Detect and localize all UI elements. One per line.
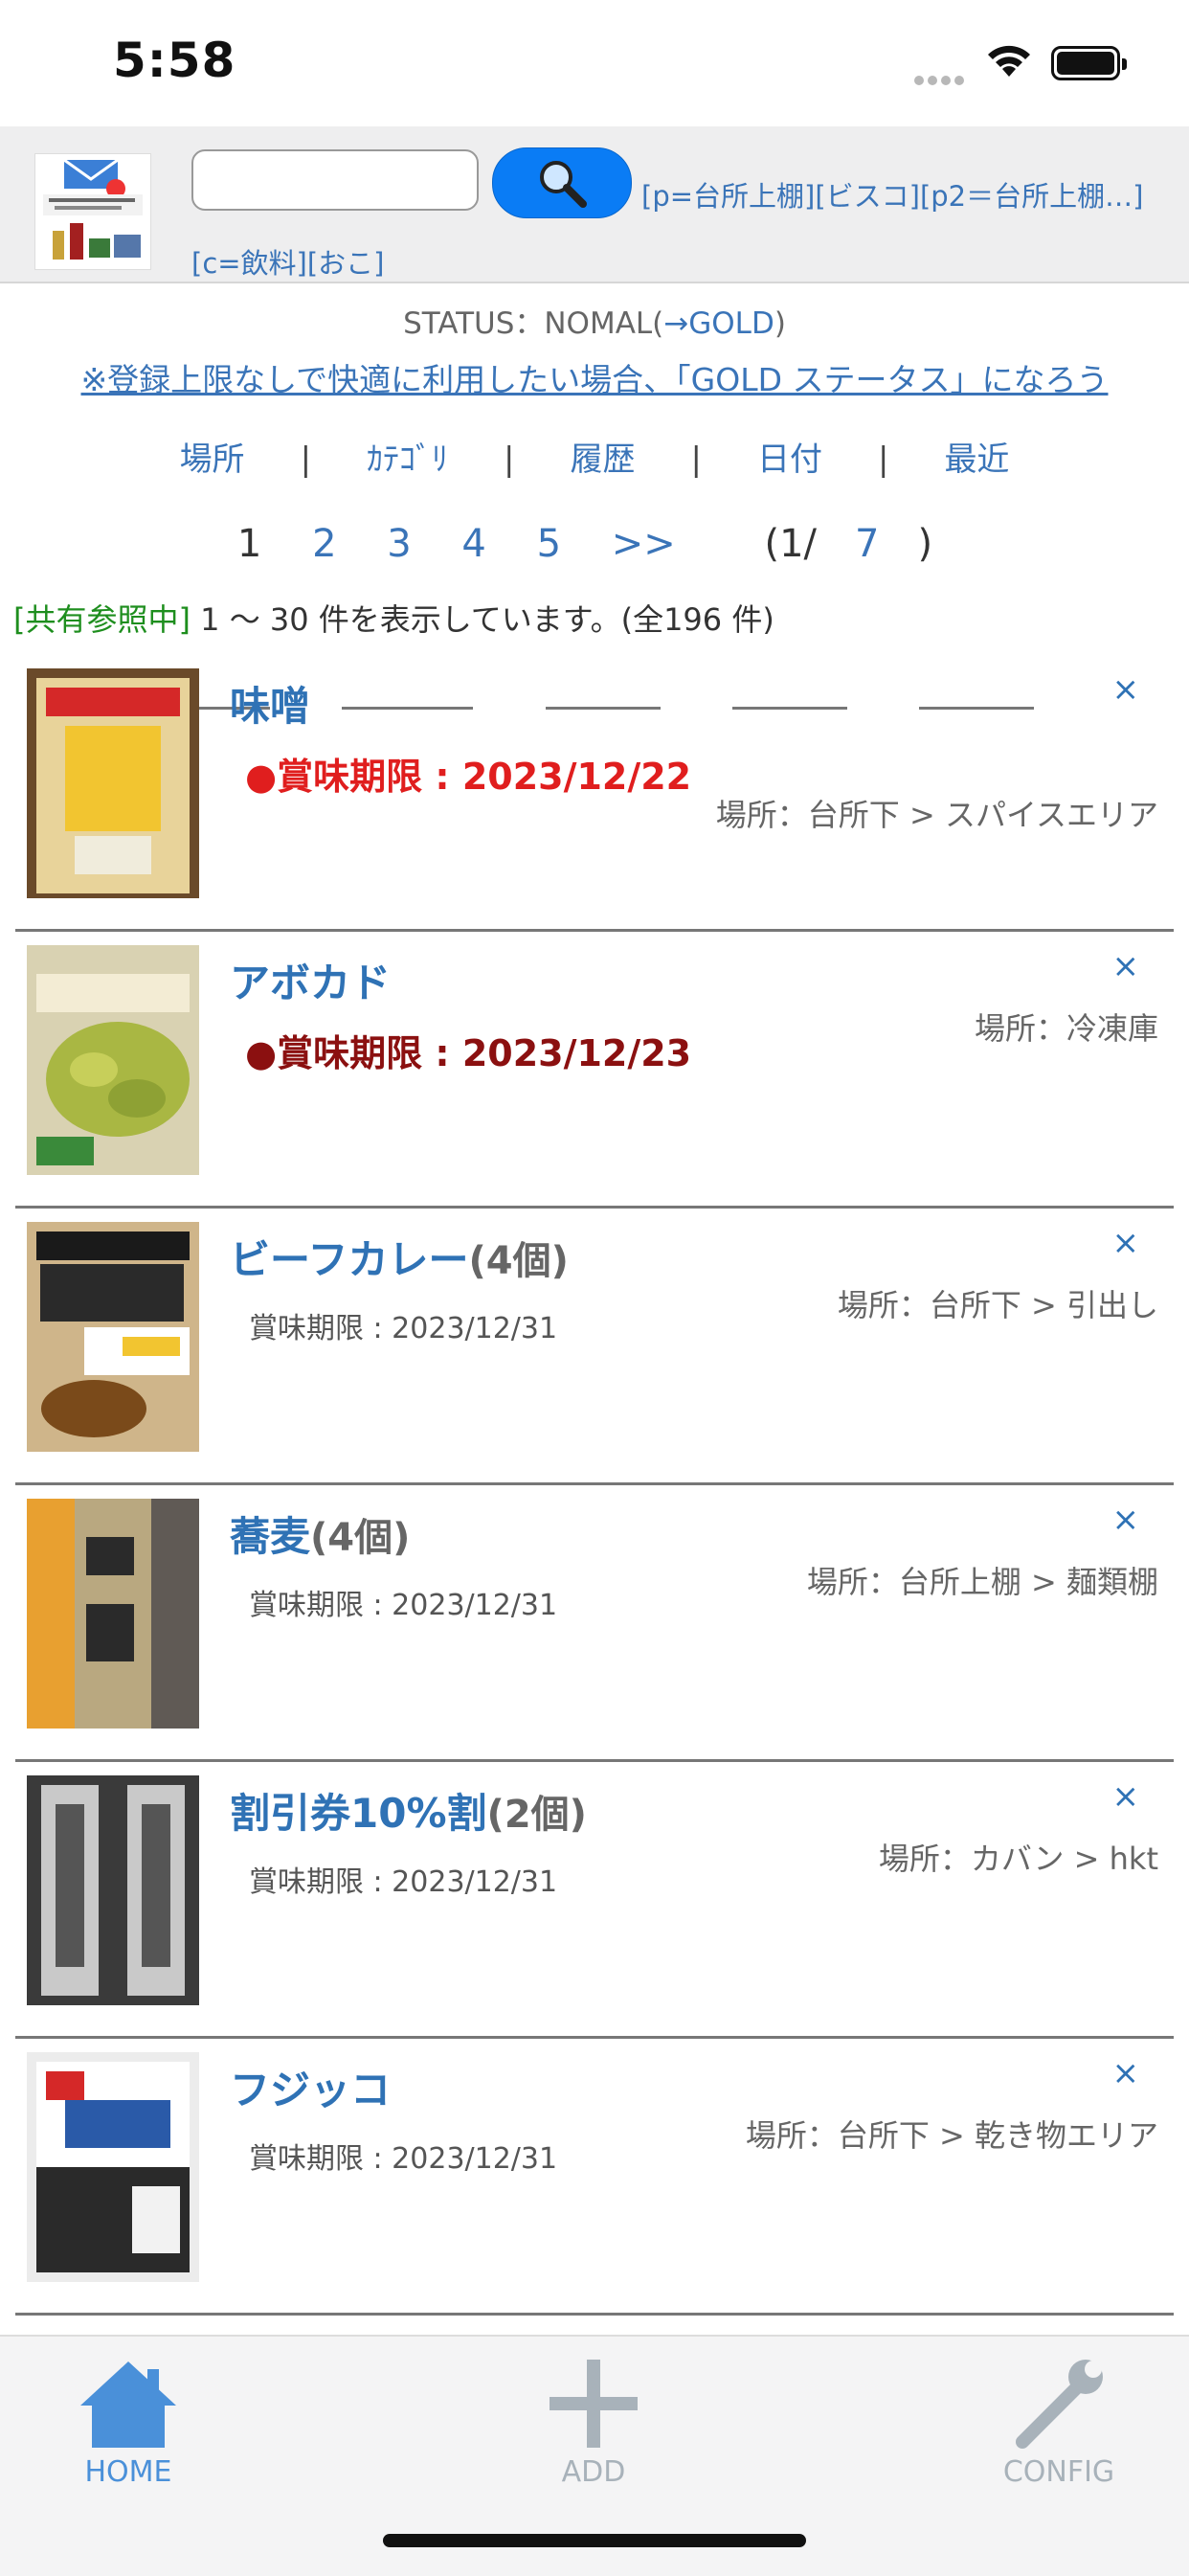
item-list: 味噌 ●賞味期限 : 2023/12/22 場所：台所下 > スパイスエリア ×… [0, 655, 1189, 2316]
item-thumbnail[interactable] [27, 945, 199, 1175]
gold-upgrade-link[interactable]: →GOLD [663, 306, 774, 341]
item-location: 場所：台所下 > 引出し [837, 1287, 1158, 1323]
list-item[interactable]: 味噌 ●賞味期限 : 2023/12/22 場所：台所下 > スパイスエリア × [15, 655, 1174, 932]
item-name[interactable]: アボカド [230, 951, 391, 1009]
page-link[interactable]: 4 [461, 522, 485, 566]
status-suffix: ) [774, 306, 786, 341]
item-thumbnail[interactable] [27, 1499, 199, 1729]
house-icon [80, 2361, 176, 2448]
tab-home[interactable]: HOME [33, 2356, 224, 2489]
expiry-date: 賞味期限 : 2023/12/31 [249, 1312, 558, 1345]
item-thumbnail[interactable] [27, 1775, 199, 2005]
signal-dots-icon [914, 71, 968, 85]
expiry-date: 賞味期限 : 2023/12/31 [249, 1865, 558, 1899]
membership-status: STATUS：NOMAL(→GOLD) [0, 299, 1189, 342]
page-last-link[interactable]: 7 [855, 522, 879, 566]
page-next[interactable]: >> [612, 522, 676, 566]
list-item[interactable]: 割引券10%割(2個) 賞味期限 : 2023/12/31 場所：カバン > h… [15, 1762, 1174, 2039]
result-count-text: 1 〜 30 件を表示しています。(全196 件) [190, 601, 774, 638]
nav-divider: | [300, 441, 312, 479]
expiry-date: ●賞味期限 : 2023/12/23 [245, 1032, 692, 1074]
item-location: 場所：冷凍庫 [974, 1010, 1158, 1047]
list-item[interactable]: アボカド ●賞味期限 : 2023/12/23 場所：冷凍庫 × [15, 932, 1174, 1209]
page-total-suffix: ) [917, 522, 933, 566]
delete-item-button[interactable]: × [1112, 1777, 1140, 1816]
plus-icon [550, 2360, 638, 2448]
delete-item-button[interactable]: × [1112, 947, 1140, 985]
item-name[interactable]: ビーフカレー(4個) [230, 1228, 569, 1286]
page-link[interactable]: 2 [312, 522, 336, 566]
page-total-prefix: (1/ [764, 522, 818, 566]
item-location: 場所：台所上棚 > 麺類棚 [806, 1564, 1158, 1600]
tab-add-label: ADD [561, 2455, 626, 2489]
status-bar: 5:58 [0, 0, 1189, 126]
result-count: [共有参照中] 1 〜 30 件を表示しています。(全196 件) [13, 596, 774, 640]
delete-item-button[interactable]: × [1112, 1501, 1140, 1539]
delete-item-button[interactable]: × [1112, 2054, 1140, 2092]
tab-config-label: CONFIG [1002, 2455, 1115, 2489]
quick-search-links[interactable]: [p=台所上棚][ビスコ][p2＝台所上棚…][c=飲料][おこ] [191, 163, 1187, 297]
item-thumbnail[interactable] [27, 668, 199, 898]
shared-badge: [共有参照中] [13, 601, 191, 638]
home-indicator [383, 2534, 806, 2547]
list-item[interactable]: ビーフカレー(4個) 賞味期限 : 2023/12/31 場所：台所下 > 引出… [15, 1209, 1174, 1485]
item-name[interactable]: 蕎麦(4個) [230, 1504, 410, 1563]
item-name[interactable]: 味噌 [230, 674, 310, 733]
delete-item-button[interactable]: × [1112, 670, 1140, 709]
gold-promo-link[interactable]: ※登録上限なしで快適に利用したい場合、「GOLD ステータス」になろう [0, 354, 1189, 400]
battery-icon [1051, 46, 1127, 80]
list-item[interactable]: フジッコ 賞味期限 : 2023/12/31 場所：台所下 > 乾き物エリア × [15, 2039, 1174, 2316]
sort-nav: 場所 | ｶﾃｺﾞﾘ | 履歴 | 日付 | 最近 [0, 433, 1189, 710]
expiry-date: 賞味期限 : 2023/12/31 [249, 1589, 558, 1622]
tab-home-label: HOME [84, 2455, 172, 2489]
item-location: 場所：カバン > hkt [878, 1841, 1158, 1877]
item-location: 場所：台所下 > 乾き物エリア [745, 2117, 1158, 2154]
nav-divider: | [504, 441, 515, 479]
item-thumbnail[interactable] [27, 2052, 199, 2282]
tab-config[interactable]: CONFIG [963, 2356, 1155, 2489]
pagination: 1 2 3 4 5 >> (1/7) [0, 522, 1189, 566]
page-link[interactable]: 3 [387, 522, 411, 566]
page-link[interactable]: 5 [537, 522, 561, 566]
wifi-icon [984, 42, 1034, 84]
list-item[interactable]: 蕎麦(4個) 賞味期限 : 2023/12/31 場所：台所上棚 > 麺類棚 × [15, 1485, 1174, 1762]
status-time: 5:58 [113, 33, 236, 88]
tab-add[interactable]: ADD [498, 2356, 689, 2489]
expiry-date: 賞味期限 : 2023/12/31 [249, 2142, 558, 2176]
app-logo[interactable] [34, 153, 151, 270]
app-header: [p=台所上棚][ビスコ][p2＝台所上棚…][c=飲料][おこ] [0, 126, 1189, 283]
item-location: 場所：台所下 > スパイスエリア [715, 797, 1158, 833]
status-prefix: STATUS：NOMAL( [403, 306, 664, 341]
item-name[interactable]: フジッコ [230, 2058, 391, 2116]
wrench-icon [1016, 2360, 1103, 2449]
delete-item-button[interactable]: × [1112, 1224, 1140, 1262]
expiry-date: ●賞味期限 : 2023/12/22 [245, 756, 692, 798]
page-current: 1 [236, 522, 262, 566]
item-thumbnail[interactable] [27, 1222, 199, 1452]
item-name[interactable]: 割引券10%割(2個) [230, 1781, 587, 1840]
nav-divider: | [877, 441, 889, 479]
nav-divider: | [690, 441, 702, 479]
page-total: (1/7) [746, 522, 953, 566]
